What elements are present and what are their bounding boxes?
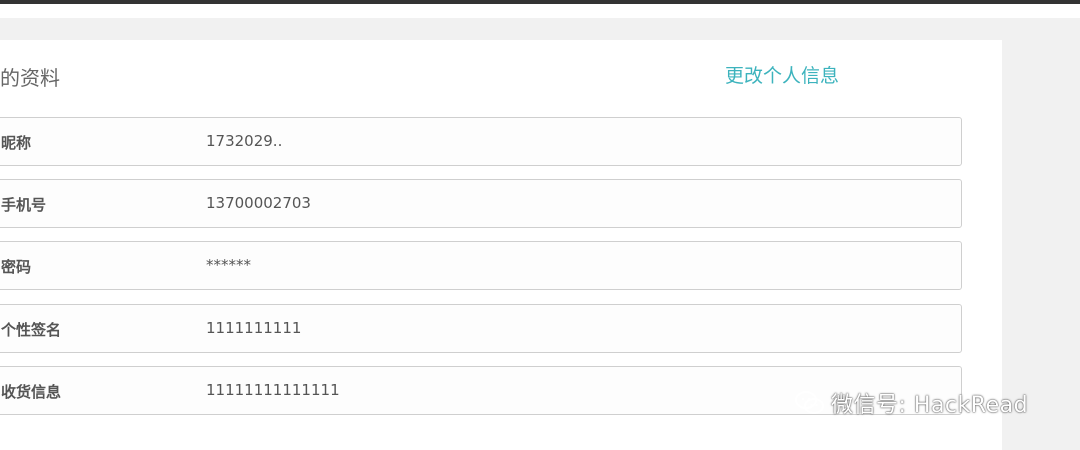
row-label: 个性签名 — [1, 321, 62, 339]
row-value: ****** — [206, 256, 251, 274]
edit-profile-link[interactable]: 更改个人信息 — [725, 61, 839, 88]
top-spacer — [0, 4, 1080, 18]
row-value: 1111111111 — [206, 319, 302, 337]
panel-title: 的资料 — [0, 66, 60, 90]
row-value: 11111111111111 — [206, 381, 340, 399]
watermark-text: 微信号: HackRead — [831, 393, 1029, 418]
wechat-watermark: 微信号: HackRead — [795, 386, 1028, 420]
row-signature: 个性签名 1111111111 — [0, 304, 962, 353]
row-phone: 手机号 13700002703 — [0, 179, 962, 228]
wechat-icon — [795, 391, 824, 414]
row-value: 1732029.. — [206, 132, 283, 150]
row-label: 收货信息 — [1, 383, 62, 401]
row-label: 昵称 — [1, 134, 32, 152]
row-password: 密码 ****** — [0, 241, 962, 290]
row-label: 手机号 — [1, 196, 47, 214]
row-label: 密码 — [1, 258, 32, 276]
row-value: 13700002703 — [206, 194, 311, 212]
row-nickname: 昵称 1732029.. — [0, 117, 962, 166]
